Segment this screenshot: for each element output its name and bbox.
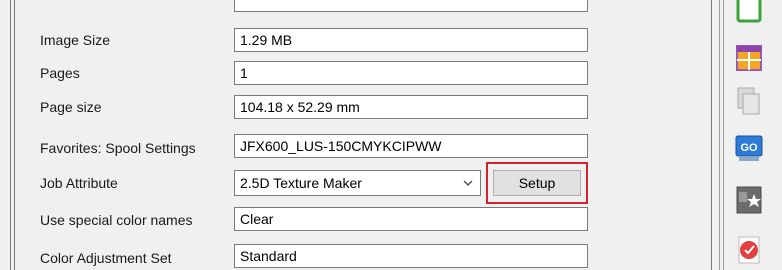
panel-border-left <box>10 0 11 270</box>
toolbar-button-table[interactable] <box>729 40 769 76</box>
chevron-down-icon <box>463 180 473 186</box>
properties-panel: Image Size 1.29 MB Pages 1 Page size 104… <box>0 0 712 270</box>
spool-settings-label: Favorites: Spool Settings <box>40 140 196 156</box>
job-attribute-value: 2.5D Texture Maker <box>240 175 362 191</box>
toolbar-button-stamp[interactable] <box>729 232 769 268</box>
page-size-label: Page size <box>40 99 102 115</box>
panel-border-right <box>711 0 712 270</box>
copy-pages-icon <box>737 87 760 115</box>
toolbar-button-go[interactable]: GO <box>729 130 769 166</box>
special-color-names-label: Use special color names <box>40 212 193 228</box>
toolbar-border-left <box>719 0 720 270</box>
stamp-icon <box>738 236 760 264</box>
go-text: GO <box>740 142 758 154</box>
special-color-names-field[interactable]: Clear <box>234 207 588 231</box>
color-adjustment-label: Color Adjustment Set <box>40 250 172 266</box>
toolbar-button-star[interactable] <box>729 182 769 218</box>
toolbar-button-copy[interactable] <box>729 84 769 120</box>
pages-field[interactable]: 1 <box>234 61 588 85</box>
toolbar-border-inner <box>723 0 724 270</box>
image-size-field[interactable]: 1.29 MB <box>234 28 588 52</box>
toolbar-button-frame[interactable] <box>729 0 769 28</box>
table-icon <box>736 45 762 71</box>
job-attribute-select[interactable]: 2.5D Texture Maker <box>234 170 481 196</box>
pages-label: Pages <box>40 65 80 81</box>
green-frame-icon <box>736 0 762 23</box>
image-size-label: Image Size <box>40 32 111 48</box>
previous-field[interactable] <box>234 0 588 12</box>
spool-settings-field[interactable]: JFX600_LUS-150CMYKCIPWW <box>234 134 588 158</box>
job-attribute-label: Job Attribute <box>40 175 118 191</box>
color-adjustment-field[interactable]: Standard <box>234 244 588 268</box>
go-icon: GO <box>735 135 763 161</box>
setup-highlight: Setup <box>486 162 588 204</box>
page-size-field[interactable]: 104.18 x 52.29 mm <box>234 95 588 119</box>
setup-button[interactable]: Setup <box>493 170 581 196</box>
star-image-icon <box>736 186 762 214</box>
panel-border-left-inner <box>14 0 15 270</box>
side-toolbar: GO <box>719 0 782 270</box>
